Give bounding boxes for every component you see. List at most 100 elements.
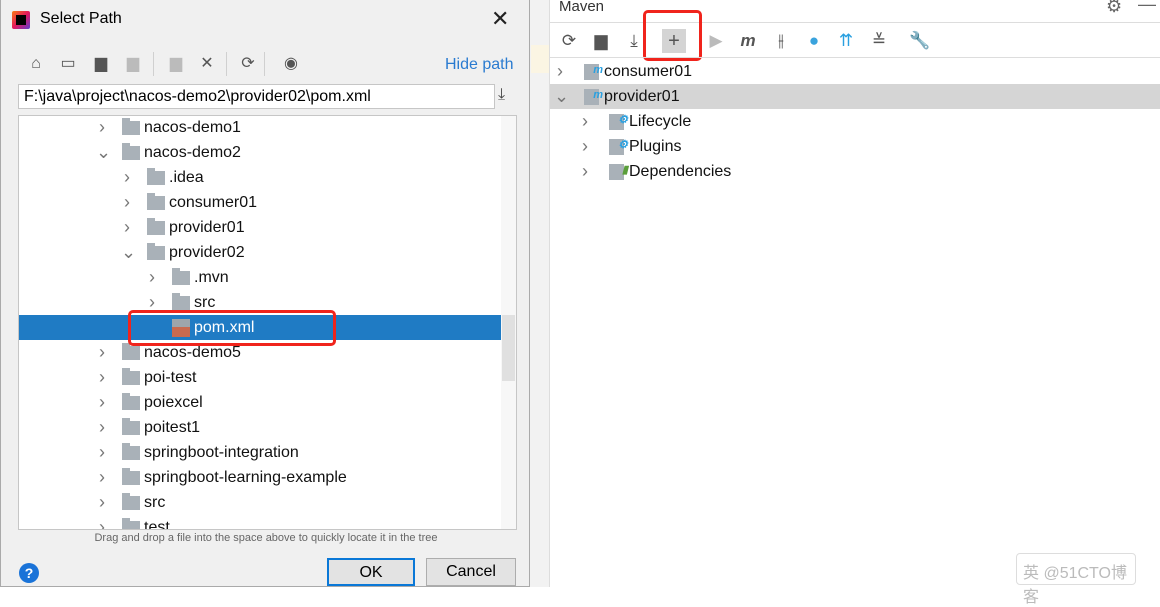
hide-path-link[interactable]: Hide path [445,56,514,74]
chevron-right-icon[interactable]: › [579,134,591,159]
ok-button[interactable]: OK [327,558,415,586]
skip-tests-icon[interactable]: ● [802,29,826,53]
tree-row[interactable]: › .idea [19,165,503,190]
chevron-right-icon[interactable]: › [96,490,108,515]
chevron-right-icon[interactable]: › [579,159,591,184]
chevron-right-icon[interactable]: › [121,190,133,215]
help-icon[interactable]: ? [19,563,39,583]
tree-row-label: test [144,519,170,530]
folder-icon [122,443,140,460]
settings-wrench-icon[interactable]: 🔧 [908,29,932,53]
maven-module-icon: m [584,64,603,80]
plugins-icon: ⚙ [609,139,628,155]
maven-tree-row[interactable]: › ⚙ Lifecycle [550,109,1160,134]
refresh-icon[interactable]: ⟳ [237,53,259,75]
chevron-right-icon[interactable]: › [96,365,108,390]
chevron-right-icon[interactable]: › [96,390,108,415]
toolbar-divider [153,52,154,76]
minimize-icon[interactable]: — [1138,0,1156,15]
tree-row[interactable]: › consumer01 [19,190,503,215]
tree-row[interactable]: › poiexcel [19,390,503,415]
dialog-title: Select Path [40,10,122,27]
highlight-box-add [643,10,702,61]
toggle-offline-icon[interactable]: ⫲ [769,29,793,53]
tree-row[interactable]: › src [19,490,503,515]
gear-icon[interactable]: ⚙ [1106,0,1122,17]
chevron-right-icon[interactable]: › [96,116,108,140]
tree-row[interactable]: › poitest1 [19,415,503,440]
tree-row[interactable]: › poi-test [19,365,503,390]
folder-icon [122,393,140,410]
folder-icon [122,493,140,510]
tree-row-label: .idea [169,169,204,186]
run-icon[interactable]: ▶ [704,29,728,53]
maven-tree-row-label: Plugins [629,138,682,155]
folder-icon [147,243,165,260]
tree-row-label: poi-test [144,369,197,386]
chevron-right-icon[interactable]: › [96,340,108,365]
generate-sources-icon[interactable]: ▆ [589,29,613,53]
tree-row-label: springboot-learning-example [144,469,347,486]
tree-row[interactable]: ⌄ provider02 [19,240,503,265]
maven-tree-row[interactable]: › ⚙ Plugins [550,134,1160,159]
chevron-right-icon[interactable]: › [96,440,108,465]
delete-icon[interactable]: ✕ [196,53,218,75]
home-icon[interactable]: ⌂ [25,53,47,75]
maven-tree-row-label: provider01 [604,88,680,105]
folder-icon [172,268,190,285]
tree-row[interactable]: › nacos-demo1 [19,116,503,140]
chevron-right-icon[interactable]: › [96,515,108,529]
chevron-down-icon[interactable]: ⌄ [554,84,569,109]
execute-goal-icon[interactable]: m [736,29,760,53]
chevron-right-icon[interactable]: › [96,465,108,490]
collapse-all-icon[interactable]: ≚ [867,29,891,53]
tree-row-label: provider01 [169,219,245,236]
close-icon[interactable]: ✕ [491,6,509,32]
maven-tree-row[interactable]: › ▮ Dependencies [550,159,1160,184]
tree-row[interactable]: › provider01 [19,215,503,240]
chevron-right-icon[interactable]: › [554,59,566,84]
lifecycle-icon: ⚙ [609,114,628,130]
folder-icon [122,418,140,435]
new-folder-icon[interactable]: ▆ [165,53,187,75]
chevron-right-icon[interactable]: › [146,265,158,290]
tree-row[interactable]: ⌄ nacos-demo2 [19,140,503,165]
download-icon[interactable]: ⤓ [498,86,505,104]
maven-tree-row-label: consumer01 [604,63,693,80]
tree-row[interactable]: › test [19,515,503,530]
editor-gutter-highlight [531,45,549,73]
editor-gutter [530,0,550,587]
watermark: 英 @51CTO博客 [1016,553,1136,606]
maven-module-icon: m [584,89,603,105]
chevron-right-icon[interactable]: › [121,215,133,240]
folder-icon [122,368,140,385]
folder-icon [122,518,140,529]
module-folder-icon[interactable]: ▆ [122,53,144,75]
folder-icon [147,218,165,235]
tree-row[interactable]: › springboot-integration [19,440,503,465]
tree-row[interactable]: › .mvn [19,265,503,290]
show-dependencies-icon[interactable]: ⇈ [834,29,858,53]
tree-row-label: consumer01 [169,194,258,211]
chevron-down-icon[interactable]: ⌄ [121,240,136,265]
desktop-icon[interactable]: ▭ [57,53,79,75]
chevron-down-icon[interactable]: ⌄ [96,140,111,165]
folder-icon [147,193,165,210]
chevron-right-icon[interactable]: › [579,109,591,134]
path-input[interactable] [18,84,495,109]
tree-scrollbar-thumb[interactable] [502,315,515,381]
folder-icon [147,168,165,185]
maven-tree-row[interactable]: ⌄ m provider01 [550,84,1160,109]
chevron-right-icon[interactable]: › [121,165,133,190]
maven-tree-row-label: Lifecycle [629,113,692,130]
tree-row-label: nacos-demo1 [144,119,241,136]
intellij-logo-icon [12,11,30,29]
reload-icon[interactable]: ⟳ [557,29,581,53]
cancel-button[interactable]: Cancel [426,558,516,586]
folder-icon [172,293,190,310]
maven-tree-row[interactable]: › m consumer01 [550,59,1160,84]
show-hidden-icon[interactable]: ◉ [280,53,302,75]
chevron-right-icon[interactable]: › [96,415,108,440]
tree-row[interactable]: › springboot-learning-example [19,465,503,490]
project-folder-icon[interactable]: ▆ [90,53,112,75]
